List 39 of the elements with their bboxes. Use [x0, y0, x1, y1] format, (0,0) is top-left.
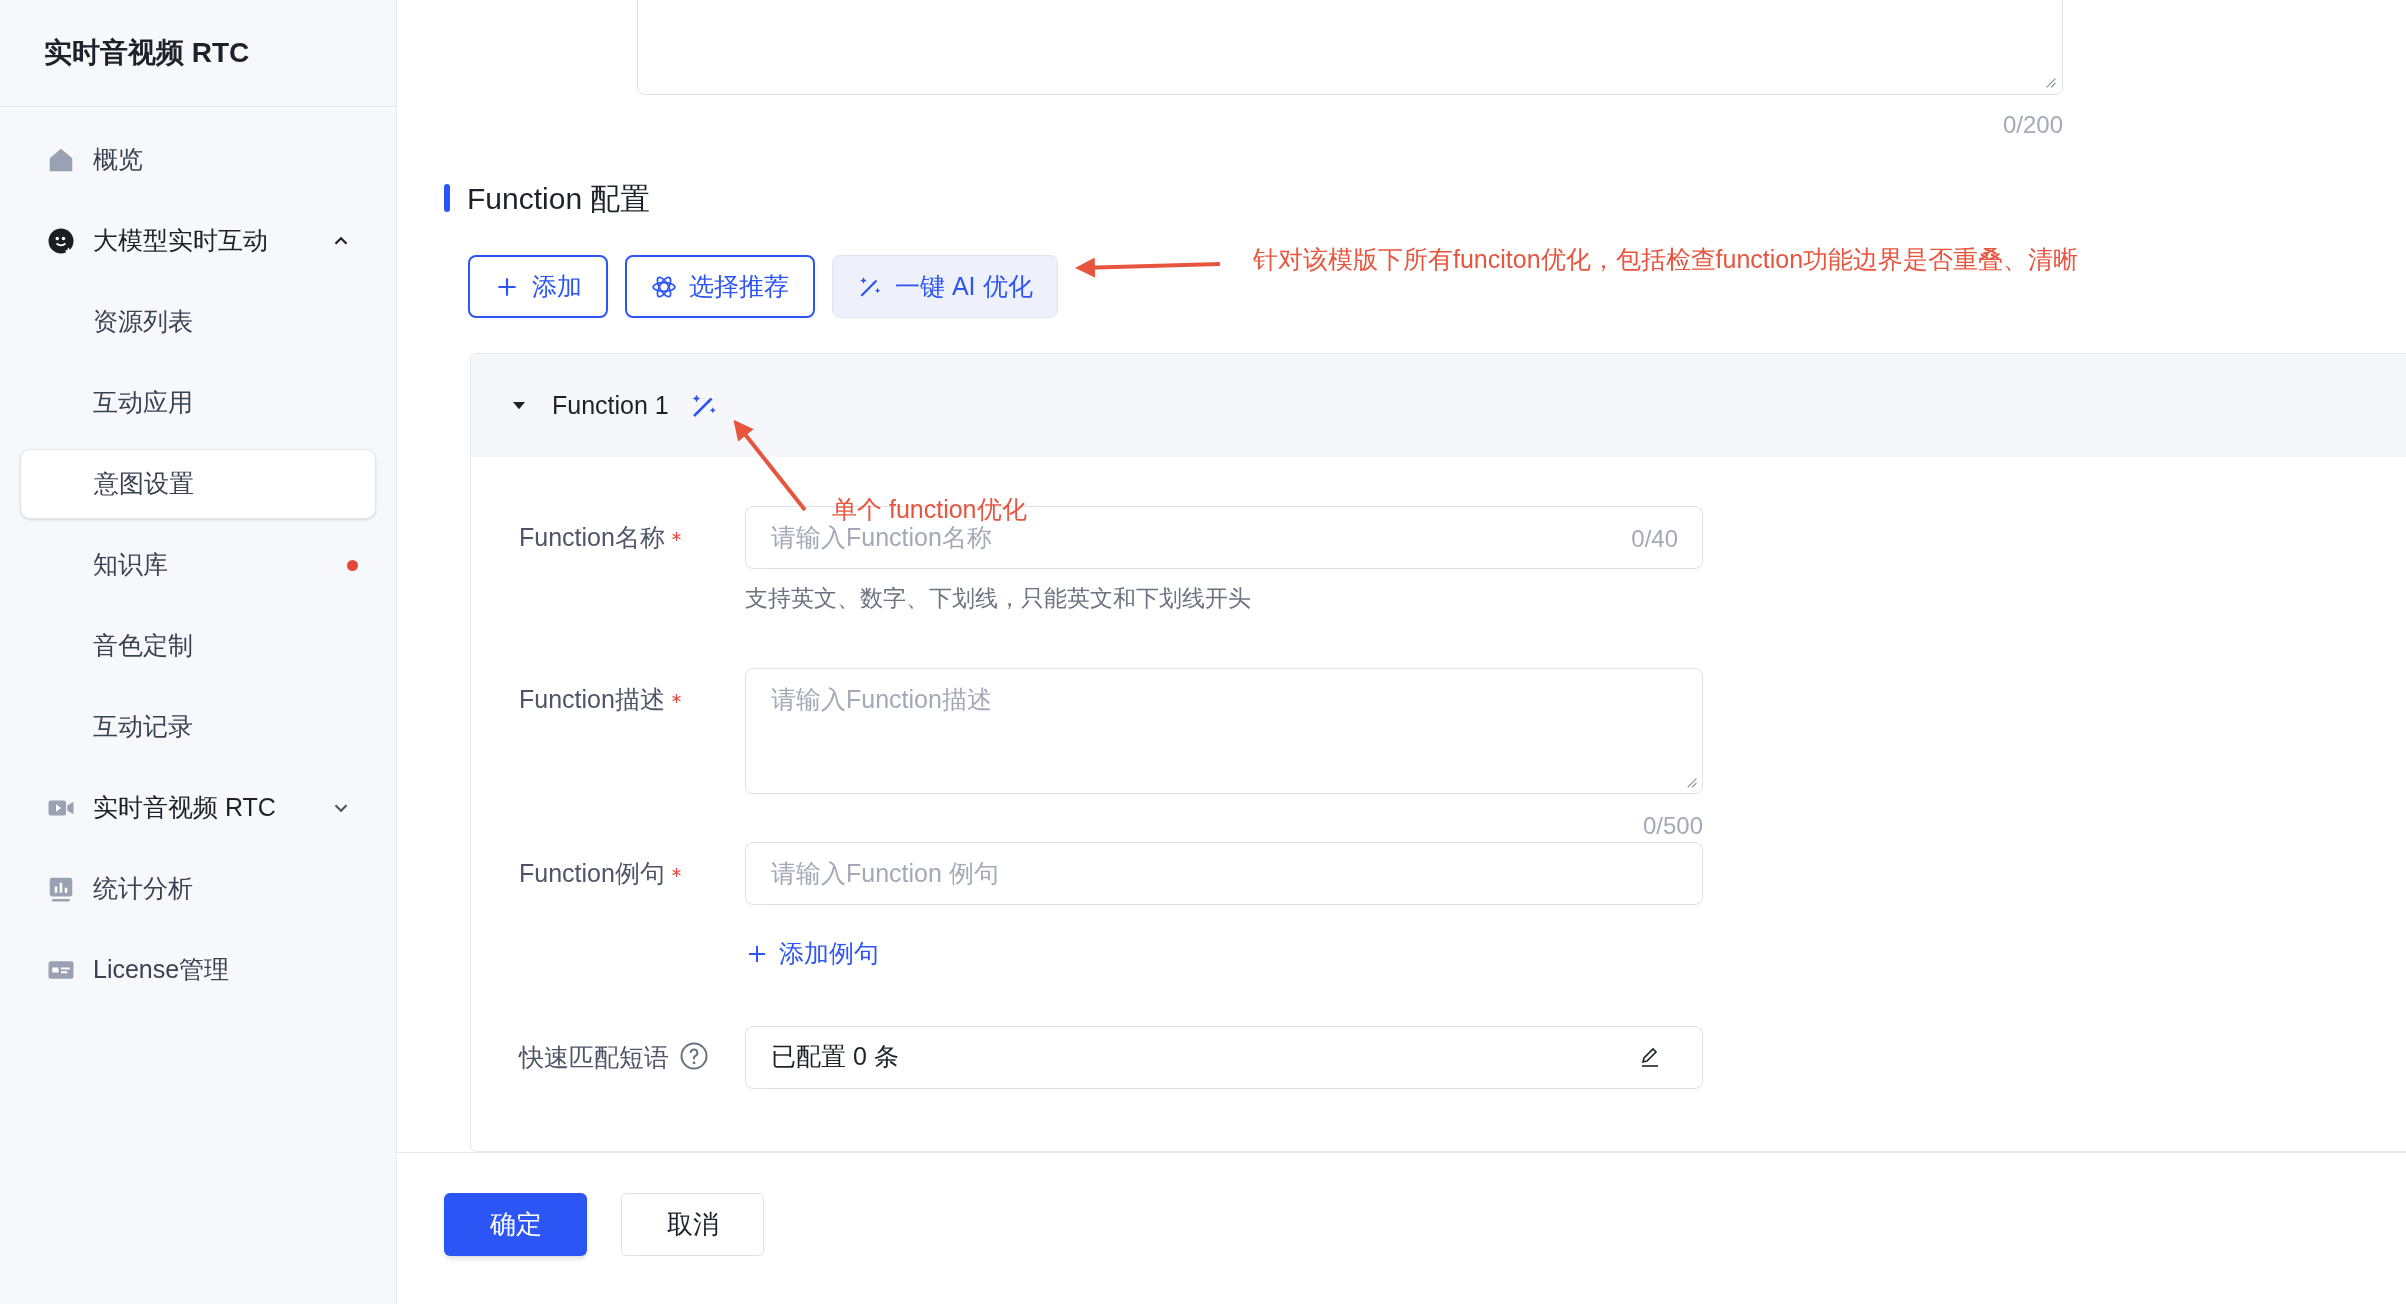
character-counter: 0/200 — [2002, 110, 2063, 140]
input-field[interactable]: 已配置 0 条 — [745, 1025, 1703, 1089]
textarea-field[interactable]: 请输入Function描述 — [745, 668, 1703, 794]
sidebar-group[interactable]: 实时音视频 RTC — [20, 773, 376, 843]
toolbar-button[interactable]: 添加 — [468, 255, 608, 318]
sidebar-item[interactable]: License管理 — [20, 935, 376, 1005]
annotation-text: 针对该模版下所有funciton优化，包括检查function功能边界是否重叠、清晰 — [1253, 244, 2079, 274]
sidebar-group[interactable]: 大模型实时互动 — [20, 206, 376, 276]
card-title: Function 1 — [552, 389, 669, 421]
sidebar-item[interactable]: 音色定制 — [20, 611, 376, 681]
field-label: Function名称 — [519, 522, 665, 553]
input-field[interactable]: 请输入Function 例句 — [745, 842, 1703, 905]
toolbar-button[interactable]: 选择推荐 — [625, 255, 815, 318]
sidebar-item[interactable]: 概览 — [20, 125, 376, 195]
sidebar-item[interactable]: 互动应用 — [20, 368, 376, 438]
section-title: Function 配置 — [467, 180, 651, 217]
resize-handle-icon — [1685, 776, 1699, 790]
sidebar-item[interactable]: 资源列表 — [20, 287, 376, 357]
card-header[interactable]: Function 1 — [471, 354, 2406, 457]
confirm-button[interactable]: 确定 — [444, 1193, 587, 1256]
character-counter: 0/500 — [1642, 811, 1703, 841]
toolbar-button[interactable]: 一键 AI 优化 — [832, 255, 1058, 318]
textarea-field[interactable] — [637, 0, 2063, 95]
sidebar-item[interactable]: 意图设置 — [20, 449, 376, 519]
cancel-button[interactable]: 取消 — [621, 1193, 764, 1256]
sidebar-item[interactable]: 统计分析 — [20, 854, 376, 924]
character-counter: 0/40 — [1631, 524, 1678, 554]
sidebar-item[interactable]: 知识库 — [20, 530, 376, 600]
field-label: Function描述 — [519, 684, 665, 715]
section-marker — [444, 184, 450, 212]
field-label: Function例句 — [519, 858, 665, 889]
field-hint: 支持英文、数字、下划线，只能英文和下划线开头 — [745, 584, 1252, 613]
add-example-link[interactable]: 添加例句 — [745, 935, 879, 973]
field-label: 快速匹配短语 — [519, 1041, 669, 1073]
sidebar-item[interactable]: 互动记录 — [20, 692, 376, 762]
sidebar-title: 实时音视频 RTC — [44, 36, 250, 70]
resize-handle-icon — [2044, 76, 2058, 90]
atom-icon — [651, 273, 677, 300]
robot-face-icon — [46, 226, 76, 256]
